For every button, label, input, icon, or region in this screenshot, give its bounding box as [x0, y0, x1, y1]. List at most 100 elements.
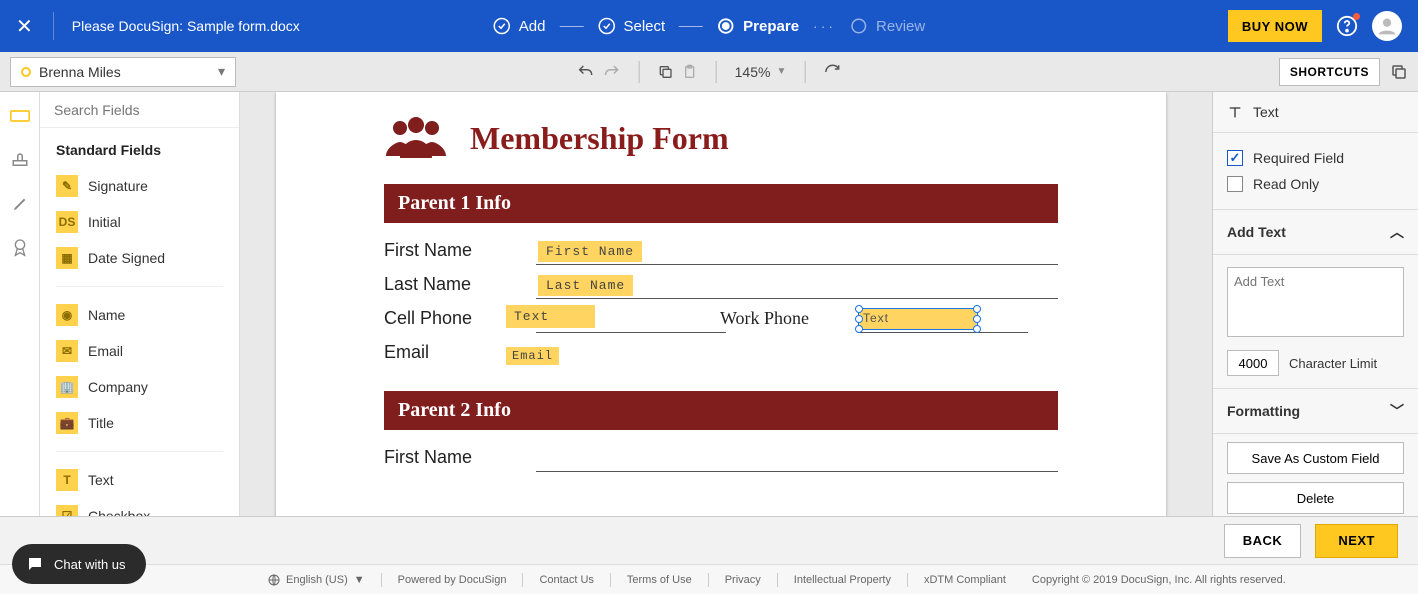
step-select[interactable]: Select: [597, 17, 665, 35]
tab-custom-fields[interactable]: [8, 148, 32, 172]
divider: [56, 451, 223, 452]
stamp-icon: [11, 151, 29, 169]
form-line: Text: [858, 303, 1028, 333]
field-name[interactable]: ◉ Name: [40, 297, 239, 333]
placed-field-first-name[interactable]: First Name: [538, 241, 642, 262]
pencil-icon: [12, 196, 28, 212]
read-only-checkbox[interactable]: Read Only: [1227, 171, 1404, 197]
signature-icon: ✎: [56, 175, 78, 197]
copy-icon: [658, 64, 674, 80]
recipient-dropdown[interactable]: Brenna Miles ▾: [10, 57, 236, 87]
powered-by-link[interactable]: Powered by DocuSign: [398, 574, 507, 586]
people-icon: [386, 116, 446, 160]
divider: [777, 573, 778, 587]
ip-link[interactable]: Intellectual Property: [794, 574, 891, 586]
checkbox-label: Required Field: [1253, 150, 1344, 166]
field-title[interactable]: 💼Title: [40, 405, 239, 441]
add-text-textarea[interactable]: [1227, 267, 1404, 337]
field-date-signed[interactable]: ▦Date Signed: [40, 240, 239, 276]
privacy-link[interactable]: Privacy: [725, 574, 761, 586]
person-icon: ◉: [56, 304, 78, 326]
chevron-down-icon: ▾: [218, 63, 225, 80]
resize-handle[interactable]: [855, 305, 863, 313]
step-prepare[interactable]: Prepare: [717, 17, 799, 35]
field-company[interactable]: 🏢Company: [40, 369, 239, 405]
chat-label: Chat with us: [54, 557, 126, 572]
field-label: Text: [88, 472, 114, 488]
section-band: Parent 1 Info: [384, 184, 1058, 223]
step-separator: [679, 26, 703, 27]
field-label: Company: [88, 379, 148, 395]
search-input[interactable]: [54, 102, 235, 118]
document-title: Please DocuSign: Sample form.docx: [58, 18, 300, 34]
chevron-down-icon: ▼: [354, 574, 365, 586]
resize-handle[interactable]: [973, 305, 981, 313]
shortcuts-button[interactable]: SHORTCUTS: [1279, 58, 1380, 86]
step-add[interactable]: Add: [493, 17, 546, 35]
checkbox-unchecked-icon: [1227, 176, 1243, 192]
divider: [522, 573, 523, 587]
copy-button[interactable]: [658, 64, 674, 80]
resize-handle[interactable]: [973, 315, 981, 323]
recipient-color-icon: [21, 67, 31, 77]
field-text[interactable]: TText: [40, 462, 239, 498]
checkbox-label: Read Only: [1253, 176, 1319, 192]
next-button[interactable]: NEXT: [1315, 524, 1398, 558]
field-email[interactable]: ✉Email: [40, 333, 239, 369]
radio-active-icon: [717, 17, 735, 35]
add-text-section-toggle[interactable]: Add Text ︿: [1213, 210, 1418, 255]
divider: [907, 573, 908, 587]
terms-link[interactable]: Terms of Use: [627, 574, 692, 586]
save-custom-field-button[interactable]: Save As Custom Field: [1227, 442, 1404, 474]
checkbox-checked-icon: ✓: [1227, 150, 1243, 166]
step-label: Review: [876, 18, 925, 35]
placed-field-cell-text[interactable]: Text: [506, 305, 595, 328]
divider: [381, 573, 382, 587]
section-band: Parent 2 Info: [384, 391, 1058, 430]
briefcase-icon: 💼: [56, 412, 78, 434]
text-icon: [1227, 104, 1243, 120]
delete-field-button[interactable]: Delete: [1227, 482, 1404, 514]
user-avatar[interactable]: [1372, 11, 1402, 41]
redo-button[interactable]: [603, 63, 621, 81]
selected-field-work-text[interactable]: Text: [858, 308, 978, 330]
contact-link[interactable]: Contact Us: [539, 574, 593, 586]
resize-handle[interactable]: [973, 325, 981, 333]
divider: [708, 573, 709, 587]
placed-field-email[interactable]: Email: [506, 347, 559, 365]
rotate-button[interactable]: [823, 63, 841, 81]
field-label: Name: [88, 307, 125, 323]
resize-handle[interactable]: [855, 315, 863, 323]
required-field-checkbox[interactable]: ✓ Required Field: [1227, 145, 1404, 171]
rotate-icon: [823, 63, 841, 81]
divider: [716, 61, 717, 83]
copy-envelope-button[interactable]: [1390, 63, 1408, 81]
form-line: [536, 442, 1058, 472]
zoom-dropdown[interactable]: 145% ▼: [735, 64, 787, 80]
tab-standard-fields[interactable]: [8, 104, 32, 128]
paste-button[interactable]: [682, 64, 698, 80]
placed-field-last-name[interactable]: Last Name: [538, 275, 633, 296]
field-initial[interactable]: DSInitial: [40, 204, 239, 240]
chat-widget[interactable]: Chat with us: [12, 544, 146, 584]
globe-icon: [268, 574, 280, 586]
back-button[interactable]: BACK: [1224, 524, 1302, 558]
help-button[interactable]: [1336, 15, 1358, 37]
character-limit-input[interactable]: [1227, 350, 1279, 376]
language-selector[interactable]: English (US) ▼: [268, 574, 365, 586]
field-label: Email: [88, 343, 123, 359]
step-label: Select: [623, 18, 665, 35]
field-signature[interactable]: ✎Signature: [40, 168, 239, 204]
resize-handle[interactable]: [855, 325, 863, 333]
xdtm-link[interactable]: xDTM Compliant: [924, 574, 1006, 586]
undo-button[interactable]: [577, 63, 595, 81]
close-button[interactable]: ✕: [16, 14, 49, 39]
notification-dot: [1353, 13, 1360, 20]
tab-seal[interactable]: [8, 236, 32, 260]
form-line: Text: [536, 303, 726, 333]
formatting-section-toggle[interactable]: Formatting ﹀: [1213, 389, 1418, 434]
buy-now-button[interactable]: BUY NOW: [1228, 10, 1322, 42]
step-review[interactable]: Review: [850, 17, 925, 35]
tab-edit[interactable]: [8, 192, 32, 216]
clipboard-icon: [682, 64, 698, 80]
